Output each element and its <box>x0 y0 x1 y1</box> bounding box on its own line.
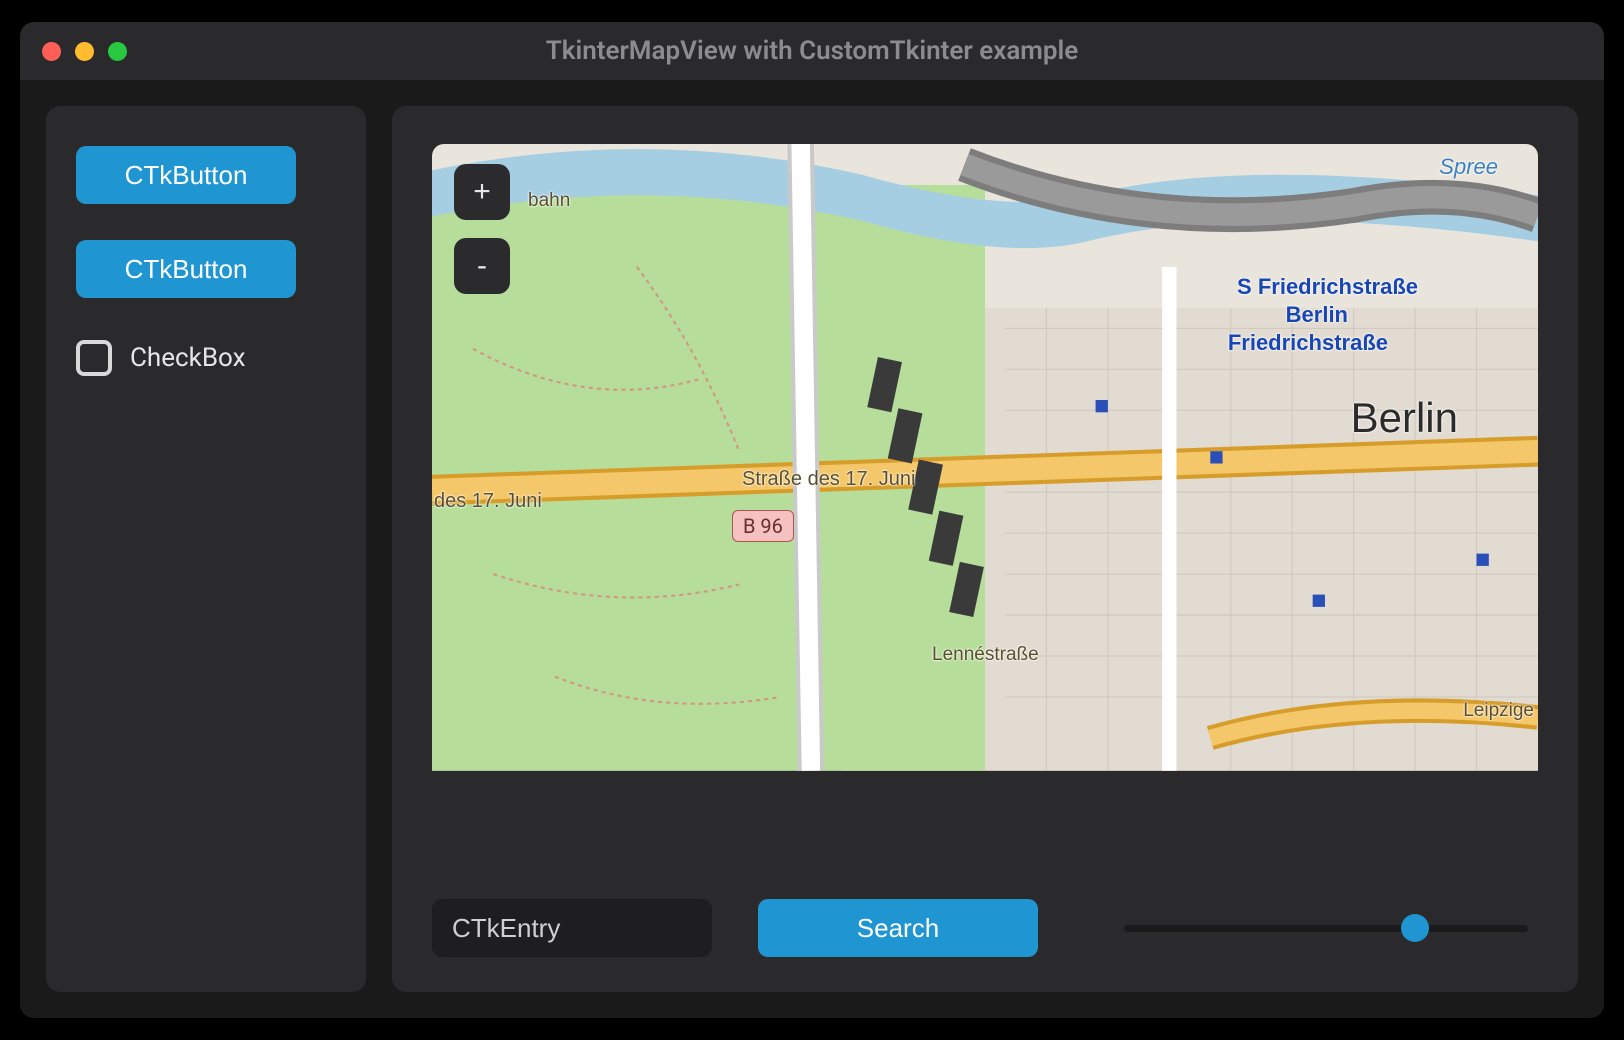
zoom-out-button[interactable]: - <box>454 238 510 294</box>
sidebar: CTkButton CTkButton CheckBox <box>46 106 366 992</box>
zoom-controls: + - <box>454 164 510 294</box>
main-panel: Spree Berlin S Friedrichstraße Berlin Fr… <box>392 106 1578 992</box>
minimize-window-button[interactable] <box>75 42 94 61</box>
app-window: TkinterMapView with CustomTkinter exampl… <box>20 22 1604 1018</box>
window-body: CTkButton CTkButton CheckBox <box>20 80 1604 1018</box>
map-label-leipziger: Leipzige <box>1463 700 1534 722</box>
titlebar: TkinterMapView with CustomTkinter exampl… <box>20 22 1604 80</box>
slider-thumb[interactable] <box>1401 914 1429 942</box>
traffic-lights <box>42 42 127 61</box>
slider[interactable] <box>1124 914 1528 942</box>
map-road-pill-b96: B 96 <box>732 510 794 542</box>
checkbox-label: CheckBox <box>130 343 245 373</box>
search-input[interactable] <box>432 899 712 957</box>
slider-track <box>1124 925 1528 932</box>
bottom-row: Search <box>432 898 1538 958</box>
map-view[interactable]: Spree Berlin S Friedrichstraße Berlin Fr… <box>432 144 1538 868</box>
map-label-station-3: Friedrichstraße <box>1228 330 1388 356</box>
zoom-in-button[interactable]: + <box>454 164 510 220</box>
checkbox-box-icon <box>76 340 112 376</box>
sidebar-checkbox[interactable]: CheckBox <box>76 340 336 376</box>
maximize-window-button[interactable] <box>108 42 127 61</box>
map-label-bahn: bahn <box>528 190 570 212</box>
map-label-road-main-left: des 17. Juni <box>434 490 542 513</box>
close-window-button[interactable] <box>42 42 61 61</box>
map-label-station-2: Berlin <box>1286 302 1348 328</box>
map-label-city: Berlin <box>1351 394 1458 442</box>
map-label-road-main: Straße des 17. Juni <box>742 468 915 491</box>
map-label-lennestr: Lennéstraße <box>932 644 1039 666</box>
window-title: TkinterMapView with CustomTkinter exampl… <box>20 36 1604 66</box>
map-label-station-1: S Friedrichstraße <box>1237 274 1418 300</box>
map-label-river: Spree <box>1439 154 1498 180</box>
map-canvas <box>432 144 1538 771</box>
sidebar-button-2[interactable]: CTkButton <box>76 240 296 298</box>
sidebar-button-1[interactable]: CTkButton <box>76 146 296 204</box>
search-button[interactable]: Search <box>758 899 1038 957</box>
